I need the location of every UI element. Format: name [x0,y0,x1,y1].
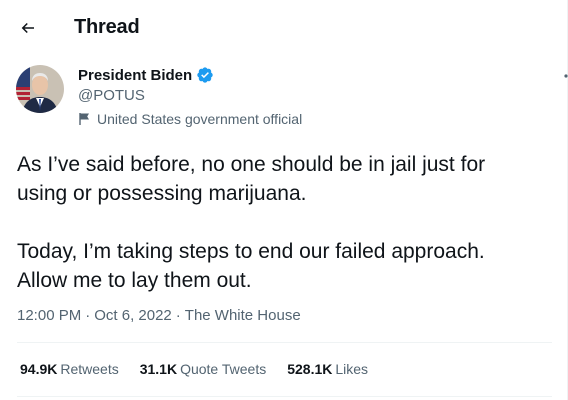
author-handle[interactable]: @POTUS [78,87,145,104]
page-title: Thread [74,16,140,38]
retweets-label: Retweets [60,361,119,377]
tweet-time[interactable]: 12:00 PM [17,307,81,324]
tweet-text: As I’ve said before, no one should be in… [17,153,486,292]
tweet-meta: 12:00 PM · Oct 6, 2022 · The White House [17,307,301,324]
meta-separator: · [175,307,181,324]
flag-icon [78,112,92,126]
account-label[interactable]: United States government official [78,111,302,127]
likes-label: Likes [335,361,369,377]
divider [17,396,552,397]
verified-badge-icon [196,66,214,84]
thread-header: Thread [0,0,567,54]
avatar[interactable] [16,65,64,113]
author-name-row: President Biden [78,66,214,84]
author-name[interactable]: President Biden [78,67,192,84]
tweet-stats: 94.9K Retweets 31.1K Quote Tweets 528.1K Li… [20,361,389,377]
quote-tweets-label: Quote Tweets [180,361,267,377]
arrow-left-icon [21,22,34,34]
likes-stat[interactable]: 528.1K Likes [287,361,368,377]
meta-separator: · [85,307,91,324]
likes-count: 528.1K [287,361,333,377]
tweet-date[interactable]: Oct 6, 2022 [94,307,172,324]
retweets-stat[interactable]: 94.9K Retweets [20,361,119,377]
more-options-button[interactable] [556,66,568,86]
retweets-count: 94.9K [20,361,58,377]
account-label-text: United States government official [97,111,303,127]
back-button[interactable] [12,12,44,44]
tweet-source[interactable]: The White House [185,307,301,324]
quote-tweets-count: 31.1K [139,361,178,377]
divider [17,342,552,343]
avatar-portrait [16,65,64,113]
more-dots-icon [564,74,568,78]
quote-tweets-stat[interactable]: 31.1K Quote Tweets [140,361,267,377]
